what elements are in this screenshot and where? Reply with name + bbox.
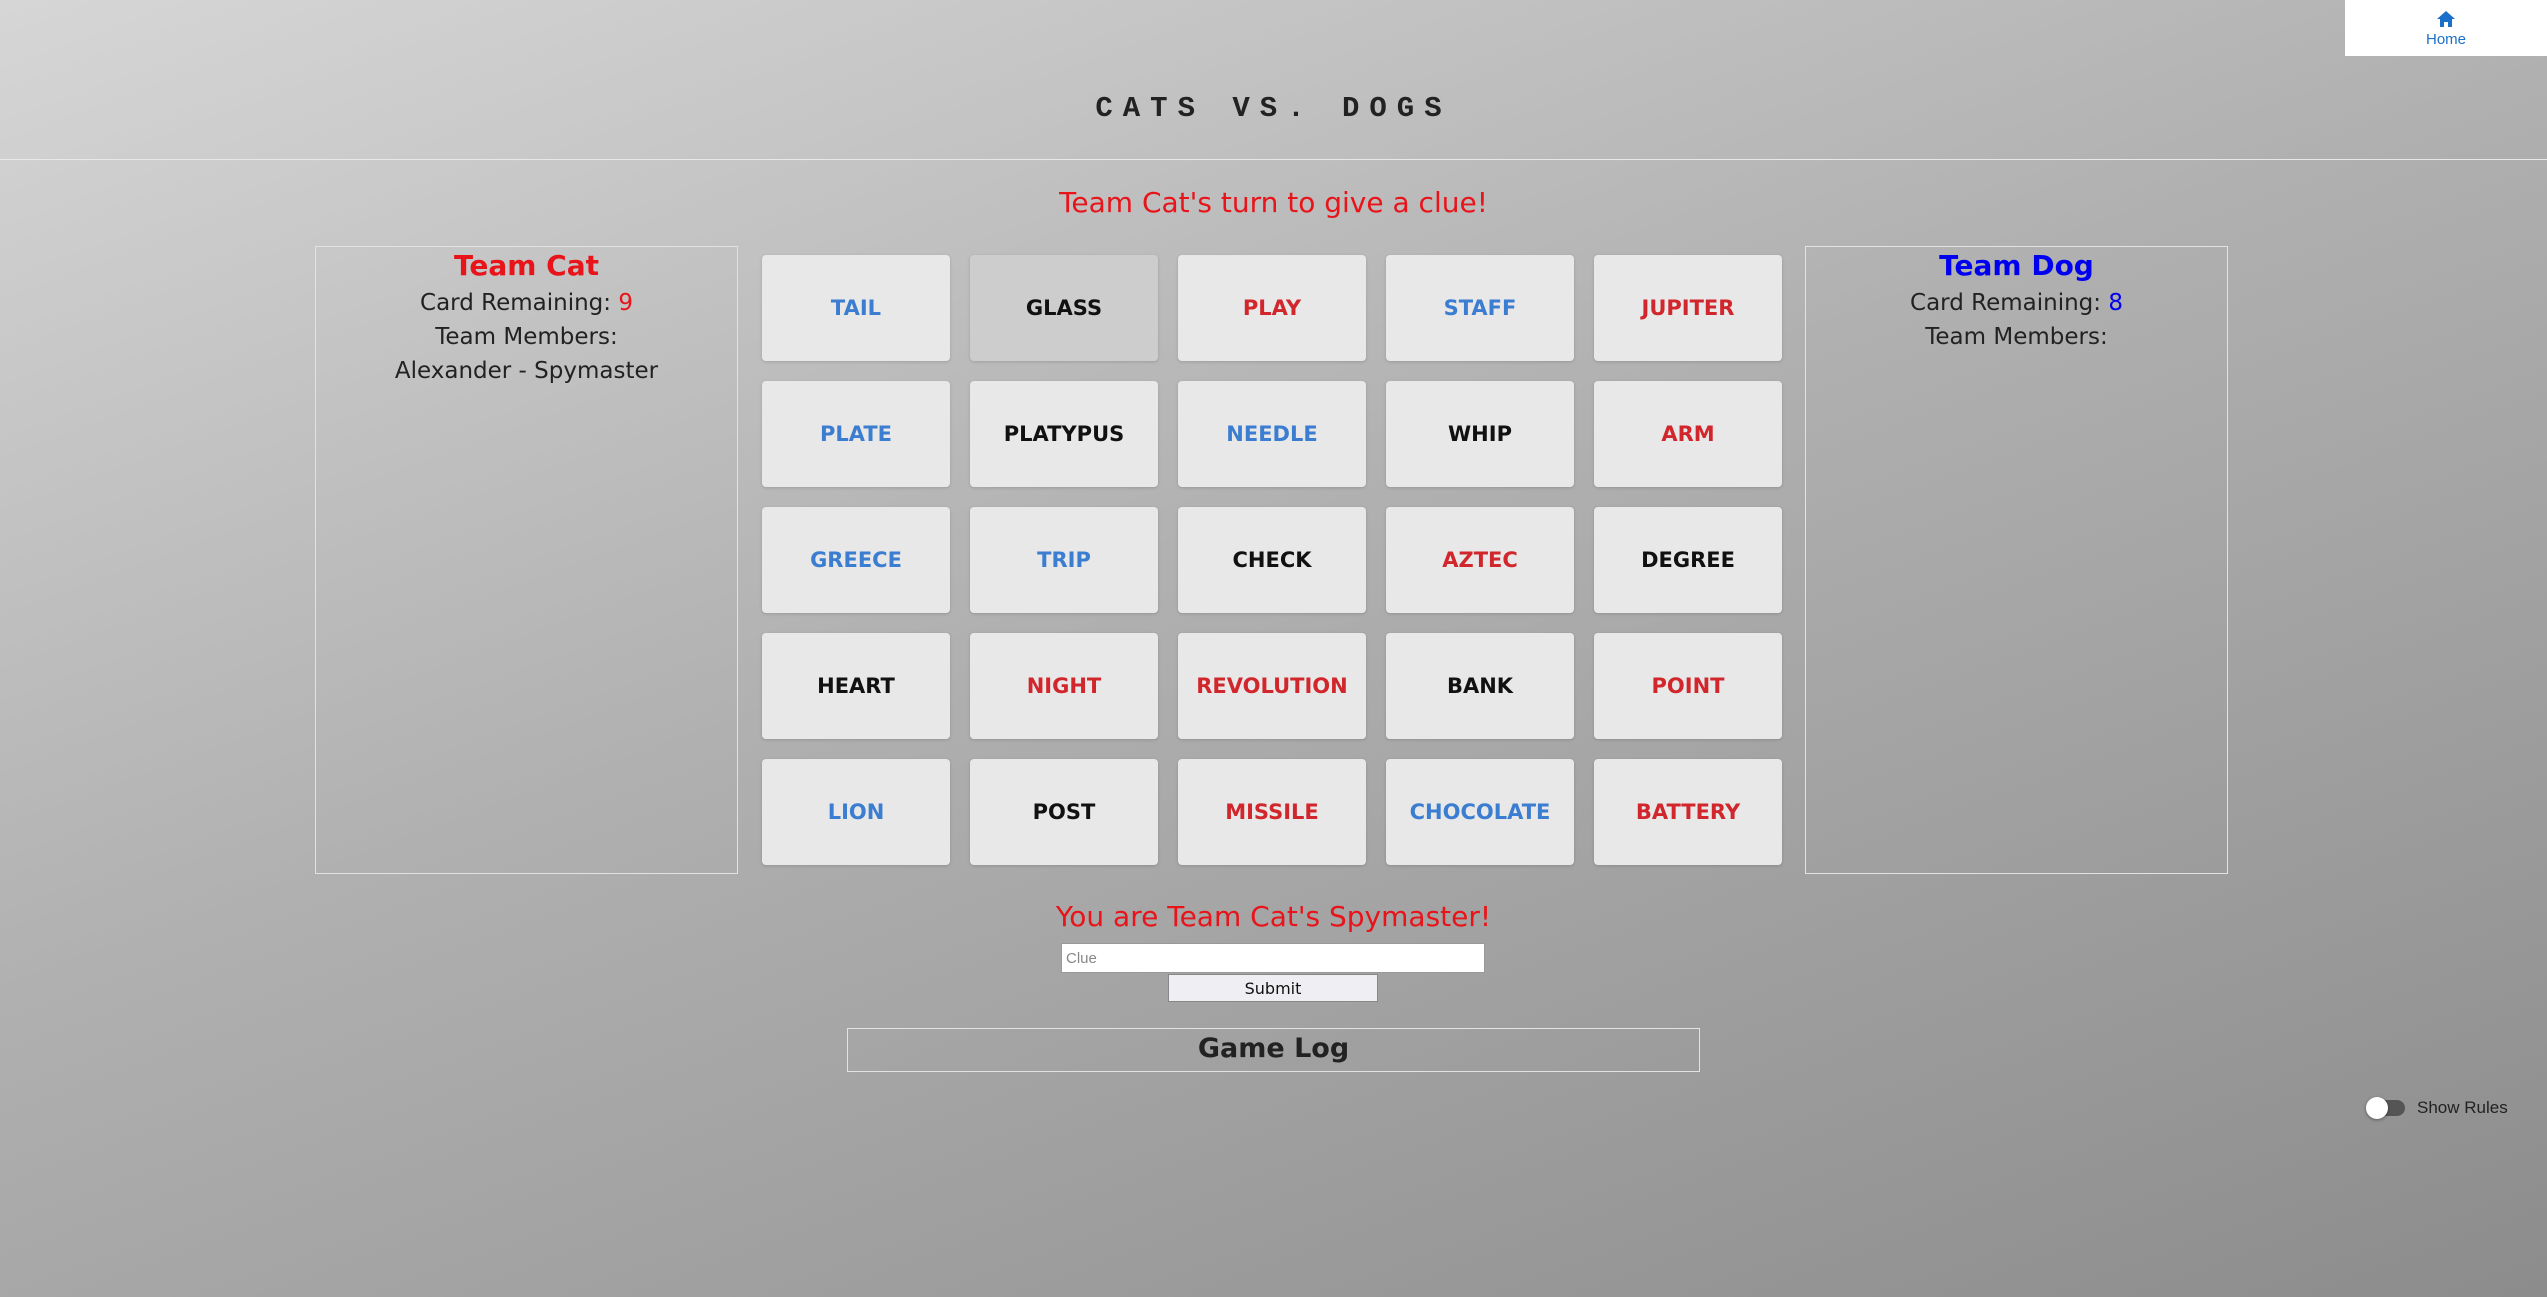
show-rules-label: Show Rules <box>2417 1098 2508 1117</box>
game-log-title: Game Log <box>1197 1033 1350 1064</box>
word-card[interactable]: POST <box>970 759 1158 865</box>
team-cat-remaining: Card Remaining: 9 <box>316 290 737 316</box>
team-cat-members-label: Team Members: <box>435 324 618 350</box>
game-log: Game Log <box>847 1028 1700 1072</box>
word-card[interactable]: GREECE <box>762 507 950 613</box>
toggle-switch[interactable] <box>2366 1097 2405 1119</box>
team-dog-remaining: Card Remaining: 8 <box>1806 290 2227 316</box>
word-card[interactable]: PLATE <box>762 381 950 487</box>
word-card[interactable]: STAFF <box>1386 255 1574 361</box>
clue-input[interactable] <box>1061 943 1485 973</box>
word-card[interactable]: WHIP <box>1386 381 1574 487</box>
team-cat-name: Team Cat <box>453 249 600 282</box>
word-card[interactable]: CHECK <box>1178 507 1366 613</box>
home-button[interactable]: Home <box>2345 0 2547 56</box>
page-title: CATS VS. DOGS <box>1095 92 1452 125</box>
word-card[interactable]: NIGHT <box>970 633 1158 739</box>
team-dog-members-label: Team Members: <box>1925 324 2108 350</box>
word-card[interactable]: DEGREE <box>1594 507 1782 613</box>
team-cat-remaining-count: 9 <box>618 290 633 316</box>
toggle-knob <box>2366 1097 2388 1119</box>
word-card[interactable]: BATTERY <box>1594 759 1782 865</box>
word-card[interactable]: TRIP <box>970 507 1158 613</box>
team-dog-remaining-count: 8 <box>2108 290 2123 316</box>
word-card[interactable]: PLATYPUS <box>970 381 1158 487</box>
word-card[interactable]: ARM <box>1594 381 1782 487</box>
word-card[interactable]: AZTEC <box>1386 507 1574 613</box>
word-card[interactable]: HEART <box>762 633 950 739</box>
team-cat-member: Alexander - Spymaster <box>394 358 659 384</box>
header-divider <box>0 159 2547 160</box>
submit-button[interactable]: Submit <box>1168 974 1378 1002</box>
word-card[interactable]: REVOLUTION <box>1178 633 1366 739</box>
team-cat-panel: Team Cat Card Remaining: 9 Team Members:… <box>315 246 738 874</box>
word-card[interactable]: POINT <box>1594 633 1782 739</box>
word-card[interactable]: GLASS <box>970 255 1158 361</box>
turn-message: Team Cat's turn to give a clue! <box>1059 186 1488 219</box>
word-card[interactable]: TAIL <box>762 255 950 361</box>
word-card[interactable]: BANK <box>1386 633 1574 739</box>
team-dog-name: Team Dog <box>1939 249 2094 282</box>
spymaster-message: You are Team Cat's Spymaster! <box>1055 900 1492 933</box>
word-card[interactable]: MISSILE <box>1178 759 1366 865</box>
team-dog-panel: Team Dog Card Remaining: 8 Team Members: <box>1805 246 2228 874</box>
home-icon <box>2437 10 2455 27</box>
word-card[interactable]: NEEDLE <box>1178 381 1366 487</box>
word-card[interactable]: CHOCOLATE <box>1386 759 1574 865</box>
home-label: Home <box>2425 30 2466 48</box>
word-card[interactable]: LION <box>762 759 950 865</box>
remaining-label: Card Remaining: <box>420 290 619 316</box>
remaining-label: Card Remaining: <box>1910 290 2109 316</box>
word-card[interactable]: JUPITER <box>1594 255 1782 361</box>
word-card[interactable]: PLAY <box>1178 255 1366 361</box>
show-rules-toggle[interactable]: Show Rules <box>2366 1097 2508 1119</box>
word-grid: TAIL GLASS PLAY STAFF JUPITER PLATE PLATYPUS NE… <box>762 255 1782 865</box>
